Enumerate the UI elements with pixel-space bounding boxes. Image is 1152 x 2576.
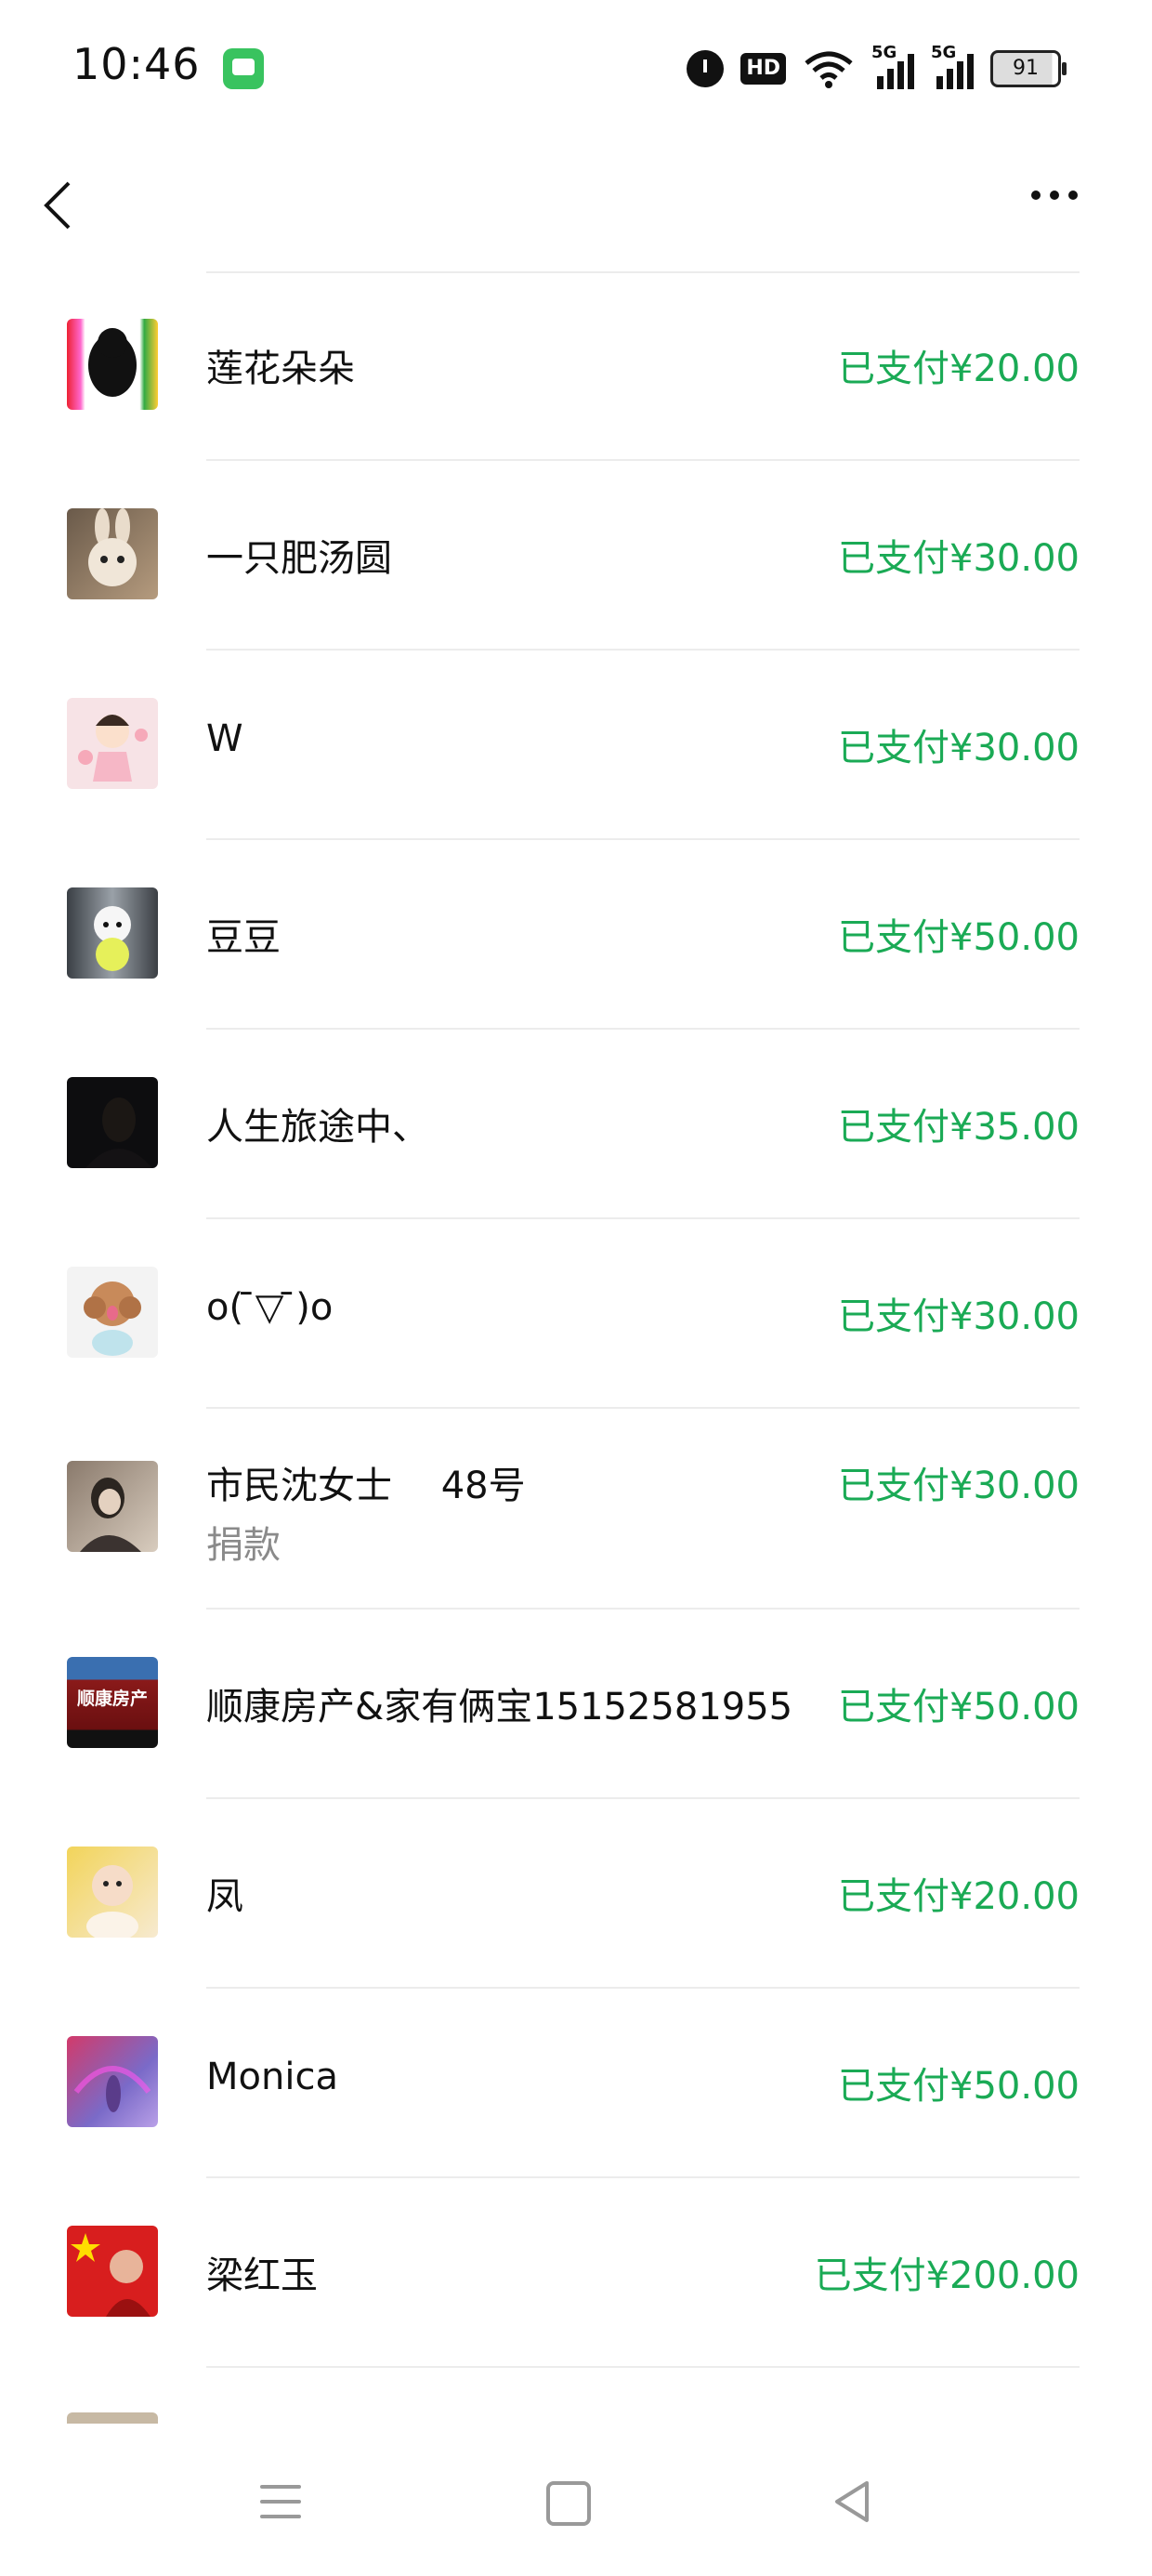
back-triangle-icon[interactable] — [831, 2479, 872, 2524]
signal-5g-icon: 5G — [871, 43, 914, 89]
payer-name: W — [206, 717, 243, 760]
payer-name: 梁红玉 — [206, 2254, 318, 2297]
home-icon[interactable] — [546, 2481, 591, 2526]
paid-amount: 已支付¥20.00 — [838, 1875, 1080, 1918]
paid-amount: 已支付¥50.00 — [838, 2065, 1080, 2108]
cartoon-girl-avatar — [67, 698, 158, 789]
message-app-icon — [223, 48, 264, 89]
paid-amount: 已支付¥50.00 — [838, 916, 1080, 959]
payer-name: 莲花朵朵 — [206, 348, 355, 390]
wifi-icon — [803, 48, 855, 89]
back-arrow-icon[interactable] — [41, 181, 78, 230]
list-item[interactable]: Monica 已支付¥50.00 — [67, 1989, 1080, 2178]
battery-icon: 91 — [990, 50, 1067, 87]
flag-avatar — [67, 2226, 158, 2317]
brown-poodle-avatar — [67, 1267, 158, 1358]
payment-list: 莲花朵朵 已支付¥20.00 一只肥汤圆 已支付¥30.00 W 已支付¥30.… — [0, 271, 1152, 2368]
payer-name: 豆豆 — [206, 916, 281, 959]
payer-name: 一只肥汤圆 — [206, 537, 392, 580]
payer-name: 人生旅途中、 — [206, 1106, 429, 1149]
payer-note: 捐款 — [206, 1524, 281, 1567]
paid-amount: 已支付¥35.00 — [838, 1106, 1080, 1149]
white-dog-avatar — [67, 887, 158, 979]
paid-amount: 已支付¥200.00 — [814, 2254, 1080, 2297]
woman-avatar — [67, 1461, 158, 1552]
status-icons: HD 5G 5G 91 — [687, 43, 1067, 93]
list-item[interactable]: 人生旅途中、 已支付¥35.00 — [67, 1030, 1080, 1219]
storefront-avatar: 顺康房产 — [67, 1657, 158, 1748]
payer-name: 市民沈女士 48号 — [206, 1465, 526, 1507]
storefront-sign-text: 顺康房产 — [76, 1689, 148, 1709]
hd-voice-icon: HD — [740, 53, 786, 85]
list-item[interactable]: 豆豆 已支付¥50.00 — [67, 840, 1080, 1030]
status-bar: 10:46 HD 5G 5G 91 — [0, 0, 1152, 139]
nav-bar — [0, 139, 1152, 260]
menu-icon[interactable] — [260, 2485, 301, 2530]
list-item[interactable]: 梁红玉 已支付¥200.00 — [67, 2178, 1080, 2368]
system-nav-bar — [0, 2425, 1152, 2576]
pink-scene-avatar — [67, 2036, 158, 2127]
paid-amount: 已支付¥30.00 — [838, 1465, 1080, 1507]
paid-amount: 已支付¥30.00 — [838, 537, 1080, 580]
poodle-avatar — [67, 319, 158, 410]
list-item[interactable]: 凤 已支付¥20.00 — [67, 1799, 1080, 1989]
list-item[interactable]: W 已支付¥30.00 — [67, 651, 1080, 840]
signal-5g-icon-2: 5G — [931, 43, 974, 89]
payer-name: 凤 — [206, 1875, 243, 1918]
more-options-icon[interactable] — [1031, 191, 1078, 200]
paid-amount: 已支付¥30.00 — [838, 727, 1080, 769]
baby-avatar — [67, 1847, 158, 1938]
list-item[interactable]: o( ̄▽ ̄)o 已支付¥30.00 — [67, 1219, 1080, 1409]
paid-amount: 已支付¥20.00 — [838, 348, 1080, 390]
dark-portrait-avatar — [67, 1077, 158, 1168]
list-item[interactable]: 顺康房产 顺康房产&家有俩宝15152581955 已支付¥50.00 — [67, 1610, 1080, 1799]
partial-avatar — [67, 2412, 158, 2424]
rabbit-avatar — [67, 508, 158, 599]
payer-name: Monica — [206, 2056, 338, 2098]
paid-amount: 已支付¥30.00 — [838, 1295, 1080, 1338]
alarm-icon — [687, 50, 725, 87]
payer-name: 顺康房产&家有俩宝15152581955 — [206, 1686, 793, 1728]
status-time: 10:46 — [72, 39, 201, 89]
list-item[interactable]: 市民沈女士 48号 捐款 已支付¥30.00 — [67, 1409, 1080, 1610]
payer-name: o( ̄▽ ̄)o — [206, 1286, 334, 1329]
paid-amount: 已支付¥50.00 — [838, 1686, 1080, 1728]
list-item[interactable]: 一只肥汤圆 已支付¥30.00 — [67, 461, 1080, 651]
list-item[interactable]: 莲花朵朵 已支付¥20.00 — [67, 271, 1080, 461]
